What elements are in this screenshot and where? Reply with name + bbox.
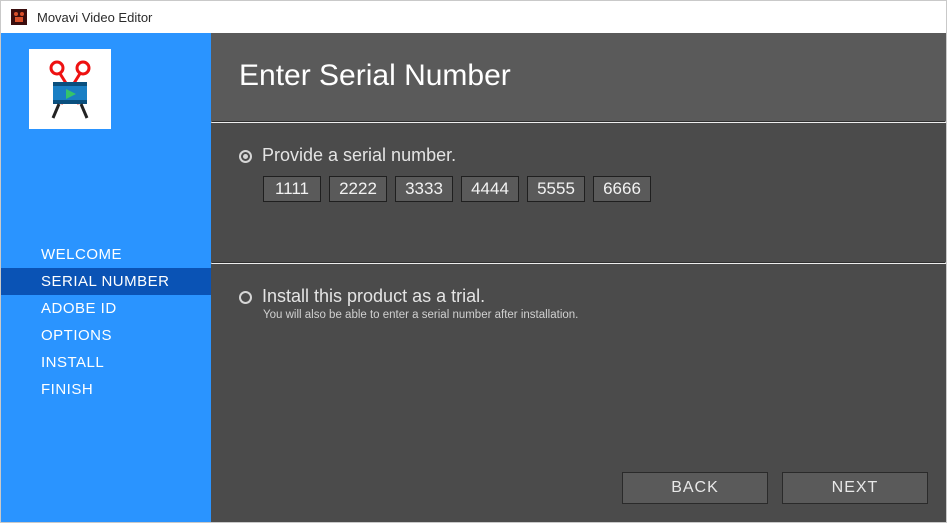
- serial-inputs: [263, 176, 918, 202]
- scissors-camera-icon: [39, 58, 101, 120]
- serial-part-4[interactable]: [461, 176, 519, 202]
- option-trial-row[interactable]: Install this product as a trial.: [239, 286, 918, 307]
- app-icon: [11, 9, 27, 25]
- nav-options[interactable]: OPTIONS: [1, 322, 211, 349]
- radio-trial[interactable]: [239, 291, 252, 304]
- radio-serial[interactable]: [239, 150, 252, 163]
- main: Enter Serial Number Provide a serial num…: [211, 33, 946, 522]
- footer: BACK NEXT: [211, 472, 946, 522]
- next-button[interactable]: NEXT: [782, 472, 928, 504]
- nav-serial-number[interactable]: SERIAL NUMBER: [1, 268, 211, 295]
- nav-finish[interactable]: FINISH: [1, 376, 211, 403]
- sidebar: WELCOME SERIAL NUMBER ADOBE ID OPTIONS I…: [1, 33, 211, 522]
- nav-welcome[interactable]: WELCOME: [1, 241, 211, 268]
- back-button[interactable]: BACK: [622, 472, 768, 504]
- product-logo: [29, 49, 111, 129]
- titlebar: Movavi Video Editor: [1, 1, 946, 33]
- serial-part-6[interactable]: [593, 176, 651, 202]
- option-serial-section: Provide a serial number.: [211, 123, 946, 262]
- nav-install[interactable]: INSTALL: [1, 349, 211, 376]
- option-trial-label: Install this product as a trial.: [262, 286, 485, 307]
- app-title: Movavi Video Editor: [37, 10, 152, 25]
- header-block: Enter Serial Number: [211, 33, 946, 121]
- body: WELCOME SERIAL NUMBER ADOBE ID OPTIONS I…: [1, 33, 946, 522]
- option-trial-section: Install this product as a trial. You wil…: [211, 264, 946, 401]
- serial-part-1[interactable]: [263, 176, 321, 202]
- installer-window: Movavi Video Editor WELCOME: [0, 0, 947, 523]
- serial-part-3[interactable]: [395, 176, 453, 202]
- serial-part-2[interactable]: [329, 176, 387, 202]
- nav: WELCOME SERIAL NUMBER ADOBE ID OPTIONS I…: [1, 241, 211, 403]
- option-serial-label: Provide a serial number.: [262, 145, 456, 166]
- serial-part-5[interactable]: [527, 176, 585, 202]
- option-trial-note: You will also be able to enter a serial …: [263, 309, 918, 321]
- option-serial-row[interactable]: Provide a serial number.: [239, 145, 918, 166]
- nav-adobe-id[interactable]: ADOBE ID: [1, 295, 211, 322]
- page-title: Enter Serial Number: [239, 59, 918, 93]
